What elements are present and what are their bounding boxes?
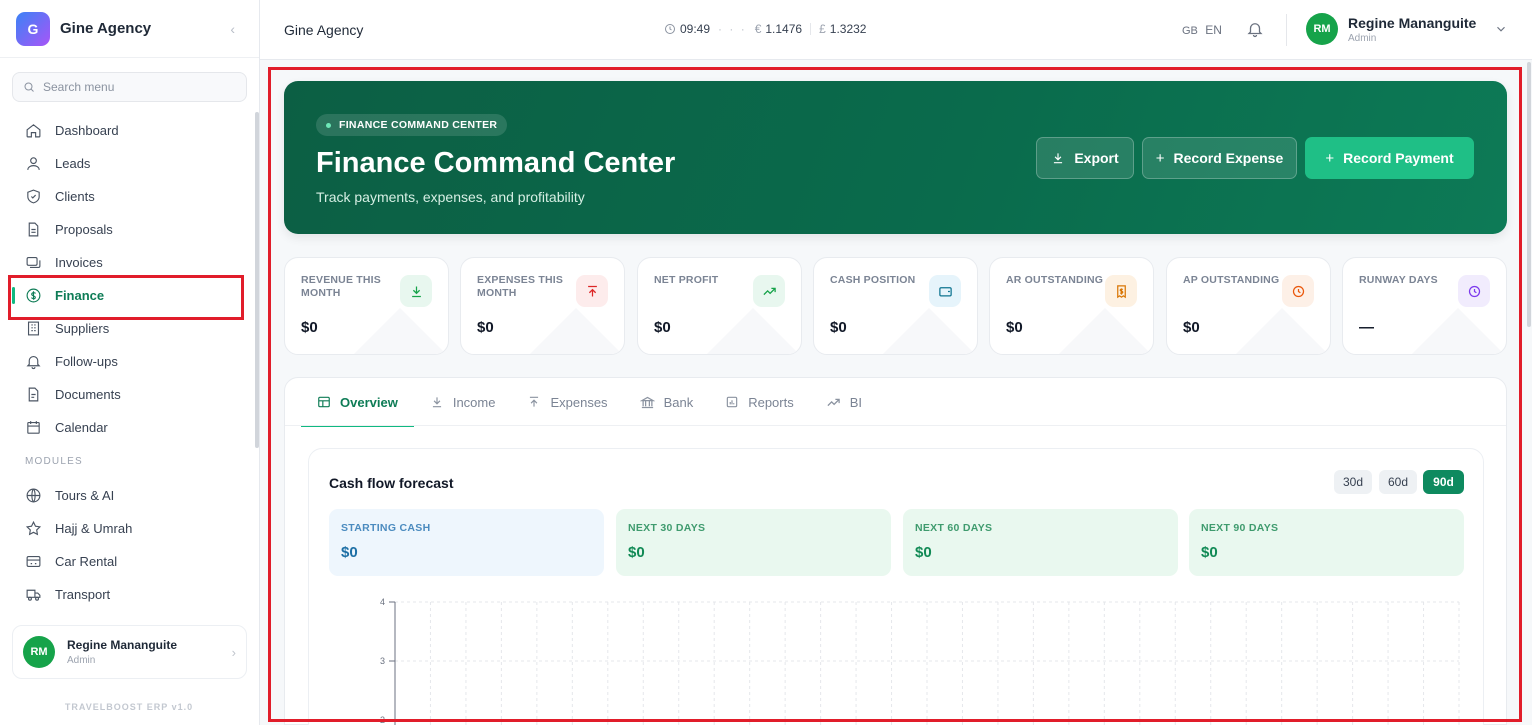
sidebar-item-label: Clients bbox=[55, 189, 95, 204]
users-icon bbox=[27, 157, 40, 170]
sidebar-item-car-rental[interactable]: Car Rental bbox=[0, 545, 258, 578]
gbp-symbol: £ bbox=[819, 22, 826, 36]
sidebar-item-proposals[interactable]: Proposals bbox=[0, 213, 258, 246]
sidebar-item-label: Car Rental bbox=[55, 554, 118, 569]
sidebar-item-follow-ups[interactable]: Follow-ups bbox=[0, 345, 258, 378]
brand-logo: G bbox=[16, 11, 50, 46]
app-version: TRAVELBOOST ERP v1.0 bbox=[64, 702, 194, 712]
cards-icon bbox=[26, 256, 41, 269]
sidebar-item-label: Calendar bbox=[55, 420, 108, 435]
sidebar-item-label: Dashboard bbox=[55, 123, 119, 138]
eur-rate: 1.1476 bbox=[765, 22, 803, 36]
user-name: Regine Mananguite bbox=[1348, 14, 1477, 31]
topbar-divider bbox=[1286, 14, 1287, 46]
eur-symbol: € bbox=[754, 22, 762, 36]
sidebar-item-label: Follow-ups bbox=[55, 354, 118, 369]
clock-icon bbox=[665, 24, 675, 34]
sidebar-item-label: Proposals bbox=[55, 222, 113, 237]
sidebar-user-card[interactable]: RM Regine Mananguite Admin › bbox=[12, 625, 247, 679]
page-title: Gine Agency bbox=[284, 22, 364, 38]
sidebar-item-label: Hajj & Umrah bbox=[55, 521, 133, 536]
sidebar-item-clients[interactable]: Clients bbox=[0, 180, 258, 213]
gbp-rate: 1.3232 bbox=[829, 22, 867, 36]
brand-name: Gine Agency bbox=[60, 20, 152, 37]
sidebar-item-label: Documents bbox=[55, 387, 121, 402]
sidebar-item-label: Tours & AI bbox=[55, 488, 115, 503]
page-scrollbar[interactable] bbox=[1527, 62, 1531, 327]
calendar-icon bbox=[27, 421, 40, 434]
shield-icon bbox=[27, 189, 40, 204]
user-name: Regine Mananguite bbox=[67, 638, 178, 652]
language-code: EN bbox=[1205, 23, 1222, 37]
language-switcher[interactable]: GB EN bbox=[1182, 23, 1222, 37]
modules-section-label: MODULES bbox=[25, 456, 83, 467]
sidebar-nav: Dashboard Leads Clients Proposals Invoic… bbox=[0, 114, 258, 611]
building-icon bbox=[27, 321, 40, 336]
ticker-dots: · · · bbox=[718, 22, 747, 36]
user-role: Admin bbox=[1348, 32, 1377, 44]
topbar-ticker: 09:49 · · · € 1.1476 £ 1.3232 bbox=[664, 22, 866, 36]
user-menu[interactable]: RM Regine Mananguite Admin bbox=[1306, 13, 1508, 45]
user-role: Admin bbox=[67, 655, 96, 666]
bell-icon bbox=[26, 355, 41, 370]
search-box[interactable] bbox=[12, 72, 247, 102]
car-icon bbox=[26, 555, 41, 568]
ticker-divider bbox=[810, 23, 812, 35]
sidebar-item-transport[interactable]: Transport bbox=[0, 578, 258, 611]
sidebar-item-label: Invoices bbox=[55, 255, 103, 270]
sidebar-item-label: Transport bbox=[55, 587, 111, 602]
brand: G Gine Agency ‹ bbox=[0, 0, 259, 58]
current-time: 09:49 bbox=[680, 22, 711, 36]
sidebar-item-label: Suppliers bbox=[55, 321, 110, 336]
finance-highlight-frame bbox=[8, 275, 244, 320]
main-highlight-frame bbox=[268, 67, 1522, 722]
home-icon bbox=[26, 124, 41, 138]
sidebar: G Gine Agency ‹ Dashboard Leads Clients … bbox=[0, 0, 260, 725]
sidebar-item-label: Leads bbox=[55, 156, 91, 171]
sidebar-item-calendar[interactable]: Calendar bbox=[0, 411, 258, 444]
sidebar-item-dashboard[interactable]: Dashboard bbox=[0, 114, 258, 147]
avatar: RM bbox=[1306, 13, 1338, 45]
avatar: RM bbox=[23, 636, 55, 668]
star-icon bbox=[25, 520, 42, 536]
sidebar-item-tours[interactable]: Tours & AI bbox=[0, 479, 258, 512]
truck-icon bbox=[26, 589, 41, 601]
flag-icon: GB bbox=[1182, 25, 1198, 37]
chevron-down-icon bbox=[1497, 26, 1506, 32]
notifications-bell-icon[interactable] bbox=[1246, 20, 1264, 38]
search-icon bbox=[24, 82, 34, 92]
globe-icon bbox=[26, 488, 41, 503]
search-input[interactable] bbox=[43, 80, 223, 94]
document-icon bbox=[28, 222, 39, 237]
topbar: Gine Agency 09:49 · · · € 1.1476 £ 1.323… bbox=[260, 0, 1532, 60]
file-icon bbox=[28, 387, 39, 402]
sidebar-item-leads[interactable]: Leads bbox=[0, 147, 258, 180]
chevron-right-icon: › bbox=[231, 644, 236, 660]
sidebar-item-documents[interactable]: Documents bbox=[0, 378, 258, 411]
collapse-sidebar-icon[interactable]: ‹ bbox=[230, 21, 235, 37]
sidebar-item-hajj[interactable]: Hajj & Umrah bbox=[0, 512, 258, 545]
